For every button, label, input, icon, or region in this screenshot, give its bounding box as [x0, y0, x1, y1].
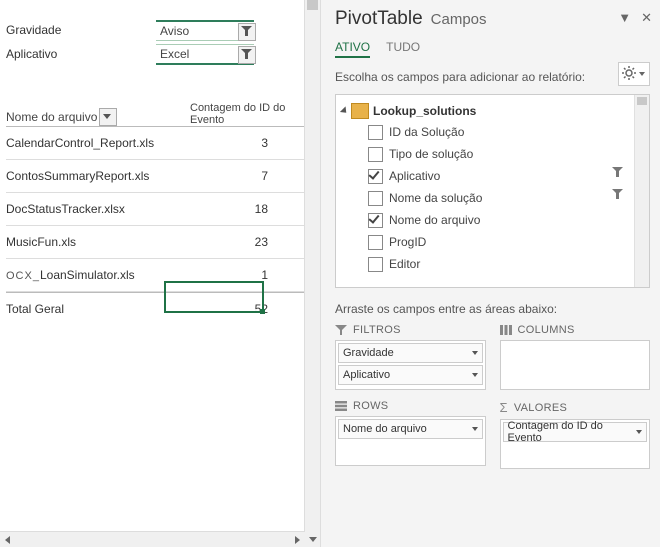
table-icon — [351, 103, 369, 119]
table-row[interactable]: MusicFun.xls 23 — [6, 226, 314, 259]
filter-label: Gravidade — [6, 23, 156, 37]
field-checkbox[interactable] — [368, 169, 383, 184]
tools-button[interactable] — [618, 62, 650, 86]
field-label: Nome do arquivo — [389, 213, 480, 227]
field-checkbox[interactable] — [368, 147, 383, 162]
row-name: MusicFun.xls — [6, 235, 186, 249]
vertical-scrollbar[interactable] — [304, 0, 320, 547]
gear-icon — [622, 66, 636, 80]
grand-total-label: Total Geral — [6, 302, 186, 316]
row-value: 3 — [186, 136, 314, 150]
field-item[interactable]: Editor — [340, 253, 645, 275]
table-row[interactable]: CalendarControl_Report.xls 3 — [6, 127, 314, 160]
field-list[interactable]: Lookup_solutions ID da Solução Tipo de s… — [335, 94, 650, 288]
field-item[interactable]: Aplicativo — [340, 165, 645, 187]
row-field-dropdown[interactable] — [99, 108, 117, 126]
value-field-label: Contagem do ID do Evento — [186, 102, 314, 126]
scroll-right-arrow[interactable] — [290, 532, 305, 547]
area-columns[interactable] — [500, 340, 651, 390]
row-field-label: Nome do arquivo — [6, 110, 97, 124]
area-field-chip[interactable]: Nome do arquivo — [338, 419, 483, 439]
horizontal-scrollbar[interactable] — [0, 531, 305, 547]
sigma-icon: Σ — [500, 400, 508, 415]
scroll-down-arrow[interactable] — [305, 532, 320, 547]
row-name: OCX_LoanSimulator.xls — [6, 268, 186, 282]
area-columns-title: COLUMNS — [518, 324, 575, 336]
field-checkbox[interactable] — [368, 257, 383, 272]
table-row[interactable]: DocStatusTracker.xlsx 18 — [6, 193, 314, 226]
field-checkbox[interactable] — [368, 235, 383, 250]
pane-title: PivotTable — [335, 8, 423, 30]
table-name: Lookup_solutions — [373, 104, 476, 118]
row-name: ContosSummaryReport.xls — [6, 169, 186, 183]
rows-icon — [335, 401, 347, 411]
field-label: Editor — [389, 257, 420, 271]
scrollbar-thumb[interactable] — [307, 0, 318, 10]
tab-active[interactable]: ATIVO — [335, 40, 370, 58]
filter-applied-icon — [612, 189, 623, 203]
field-label: Aplicativo — [389, 169, 440, 183]
pane-subtitle: Campos — [431, 11, 487, 28]
area-filters[interactable]: GravidadeAplicativo — [335, 340, 486, 390]
drag-instruction: Arraste os campos entre as áreas abaixo: — [335, 302, 650, 316]
table-row[interactable]: OCX_LoanSimulator.xls 1 — [6, 259, 314, 292]
expand-icon[interactable] — [340, 106, 349, 115]
area-rows[interactable]: Nome do arquivo — [335, 416, 486, 466]
area-field-chip[interactable]: Gravidade — [338, 343, 483, 363]
field-checkbox[interactable] — [368, 213, 383, 228]
table-row[interactable]: ContosSummaryReport.xls 7 — [6, 160, 314, 193]
close-pane-button[interactable]: ✕ — [641, 10, 652, 26]
row-value: 1 — [186, 268, 314, 282]
row-value: 7 — [186, 169, 314, 183]
field-label: ProgID — [389, 235, 426, 249]
field-list-scrollbar[interactable] — [634, 95, 649, 287]
row-name: CalendarControl_Report.xls — [6, 136, 186, 150]
move-pane-button[interactable]: ▼ — [618, 10, 631, 26]
grand-total-value: 52 — [255, 302, 268, 316]
field-label: Nome da solução — [389, 191, 482, 205]
filter-value[interactable]: Aviso — [156, 20, 254, 41]
field-label: ID da Solução — [389, 125, 464, 139]
row-name: DocStatusTracker.xlsx — [6, 202, 186, 216]
field-item[interactable]: Nome da solução — [340, 187, 645, 209]
field-item[interactable]: Tipo de solução — [340, 143, 645, 165]
area-rows-title: ROWS — [353, 400, 388, 412]
field-checkbox[interactable] — [368, 125, 383, 140]
area-field-chip[interactable]: Aplicativo — [338, 365, 483, 385]
filter-icon — [335, 325, 347, 335]
tab-all[interactable]: TUDO — [386, 40, 420, 58]
area-values[interactable]: Contagem do ID do Evento — [500, 419, 651, 469]
row-value: 23 — [186, 235, 314, 249]
columns-icon — [500, 325, 512, 335]
field-item[interactable]: ID da Solução — [340, 121, 645, 143]
filter-value[interactable]: Excel — [156, 44, 254, 65]
filter-dropdown-button[interactable] — [238, 23, 256, 41]
area-filters-title: FILTROS — [353, 324, 401, 336]
area-values-title: VALORES — [514, 402, 567, 414]
filter-dropdown-button[interactable] — [238, 46, 256, 64]
filter-label: Aplicativo — [6, 47, 156, 61]
field-label: Tipo de solução — [389, 147, 473, 161]
scroll-left-arrow[interactable] — [0, 532, 15, 547]
field-item[interactable]: ProgID — [340, 231, 645, 253]
filter-applied-icon — [612, 167, 623, 181]
row-value: 18 — [186, 202, 314, 216]
field-instruction: Escolha os campos para adicionar ao rela… — [335, 70, 650, 84]
field-item[interactable]: Nome do arquivo — [340, 209, 645, 231]
area-field-chip[interactable]: Contagem do ID do Evento — [503, 422, 648, 442]
field-checkbox[interactable] — [368, 191, 383, 206]
